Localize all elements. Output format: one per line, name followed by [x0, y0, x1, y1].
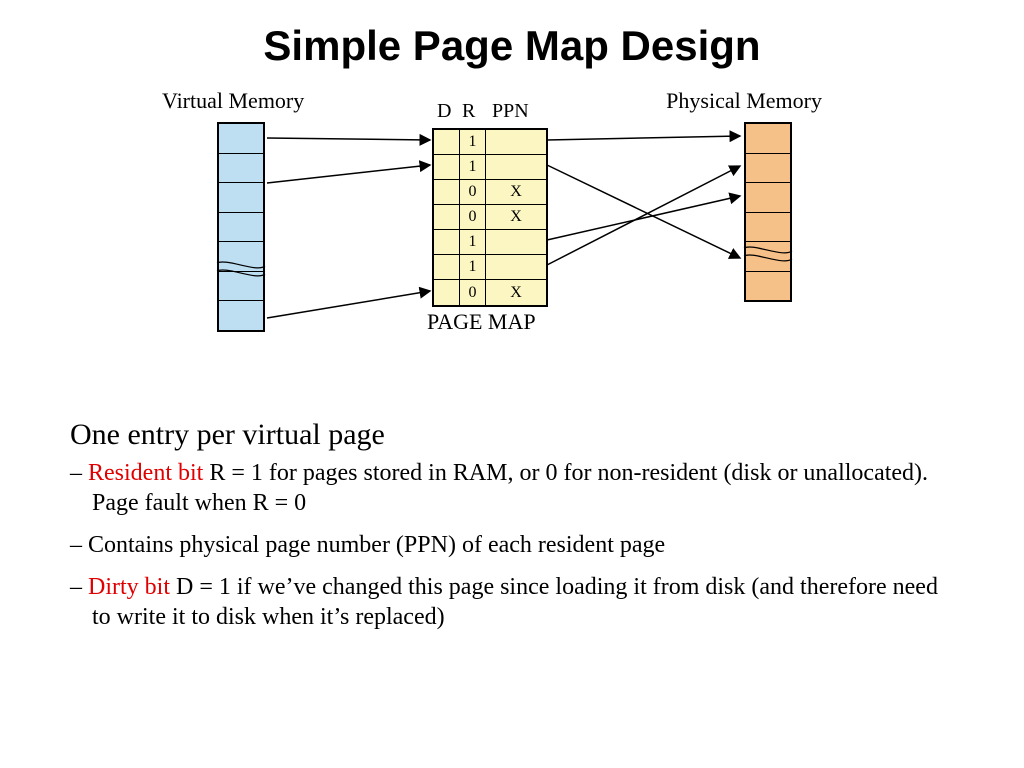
dirty-bit-term: Dirty bit [88, 574, 170, 600]
diagram: Virtual Memory Physical Memory D R PPN 1… [162, 88, 862, 388]
cell-d3 [434, 205, 460, 230]
cell-r6: 0 [460, 280, 486, 305]
cell-p3: X [486, 205, 546, 230]
cell-p0 [486, 130, 546, 155]
virtual-memory-label: Virtual Memory [162, 88, 304, 114]
col-header-ppn: PPN [492, 100, 529, 123]
dirty-bit-text: D = 1 if we’ve changed this page since l… [92, 574, 938, 630]
resident-bit-term: Resident bit [88, 460, 203, 486]
page-title: Simple Page Map Design [0, 0, 1024, 70]
cell-d0 [434, 130, 460, 155]
cell-r1: 1 [460, 155, 486, 180]
bullet-resident: Resident bit R = 1 for pages stored in R… [92, 458, 954, 518]
subheading: One entry per virtual page [70, 418, 954, 452]
cell-p1 [486, 155, 546, 180]
cell-r4: 1 [460, 230, 486, 255]
cell-r5: 1 [460, 255, 486, 280]
cell-d6 [434, 280, 460, 305]
cell-p4 [486, 230, 546, 255]
cell-d2 [434, 180, 460, 205]
body-text: One entry per virtual page Resident bit … [70, 418, 954, 632]
bullet-list: Resident bit R = 1 for pages stored in R… [70, 458, 954, 632]
resident-bit-text: R = 1 for pages stored in RAM, or 0 for … [92, 460, 928, 516]
cell-r3: 0 [460, 205, 486, 230]
page-map-label: PAGE MAP [427, 309, 536, 335]
col-header-r: R [462, 100, 475, 123]
physical-memory-label: Physical Memory [666, 88, 822, 114]
cell-r0: 1 [460, 130, 486, 155]
cell-d4 [434, 230, 460, 255]
cell-p2: X [486, 180, 546, 205]
cell-p6: X [486, 280, 546, 305]
cell-r2: 0 [460, 180, 486, 205]
physical-memory-stack [744, 122, 792, 302]
col-header-d: D [437, 100, 451, 123]
cell-d1 [434, 155, 460, 180]
bullet-dirty: Dirty bit D = 1 if we’ve changed this pa… [92, 572, 954, 632]
bullet-ppn: Contains physical page number (PPN) of e… [92, 530, 954, 560]
virtual-memory-stack [217, 122, 265, 332]
page-map-table: 1 1 0X 0X 1 1 0X [432, 128, 548, 307]
cell-p5 [486, 255, 546, 280]
cell-d5 [434, 255, 460, 280]
